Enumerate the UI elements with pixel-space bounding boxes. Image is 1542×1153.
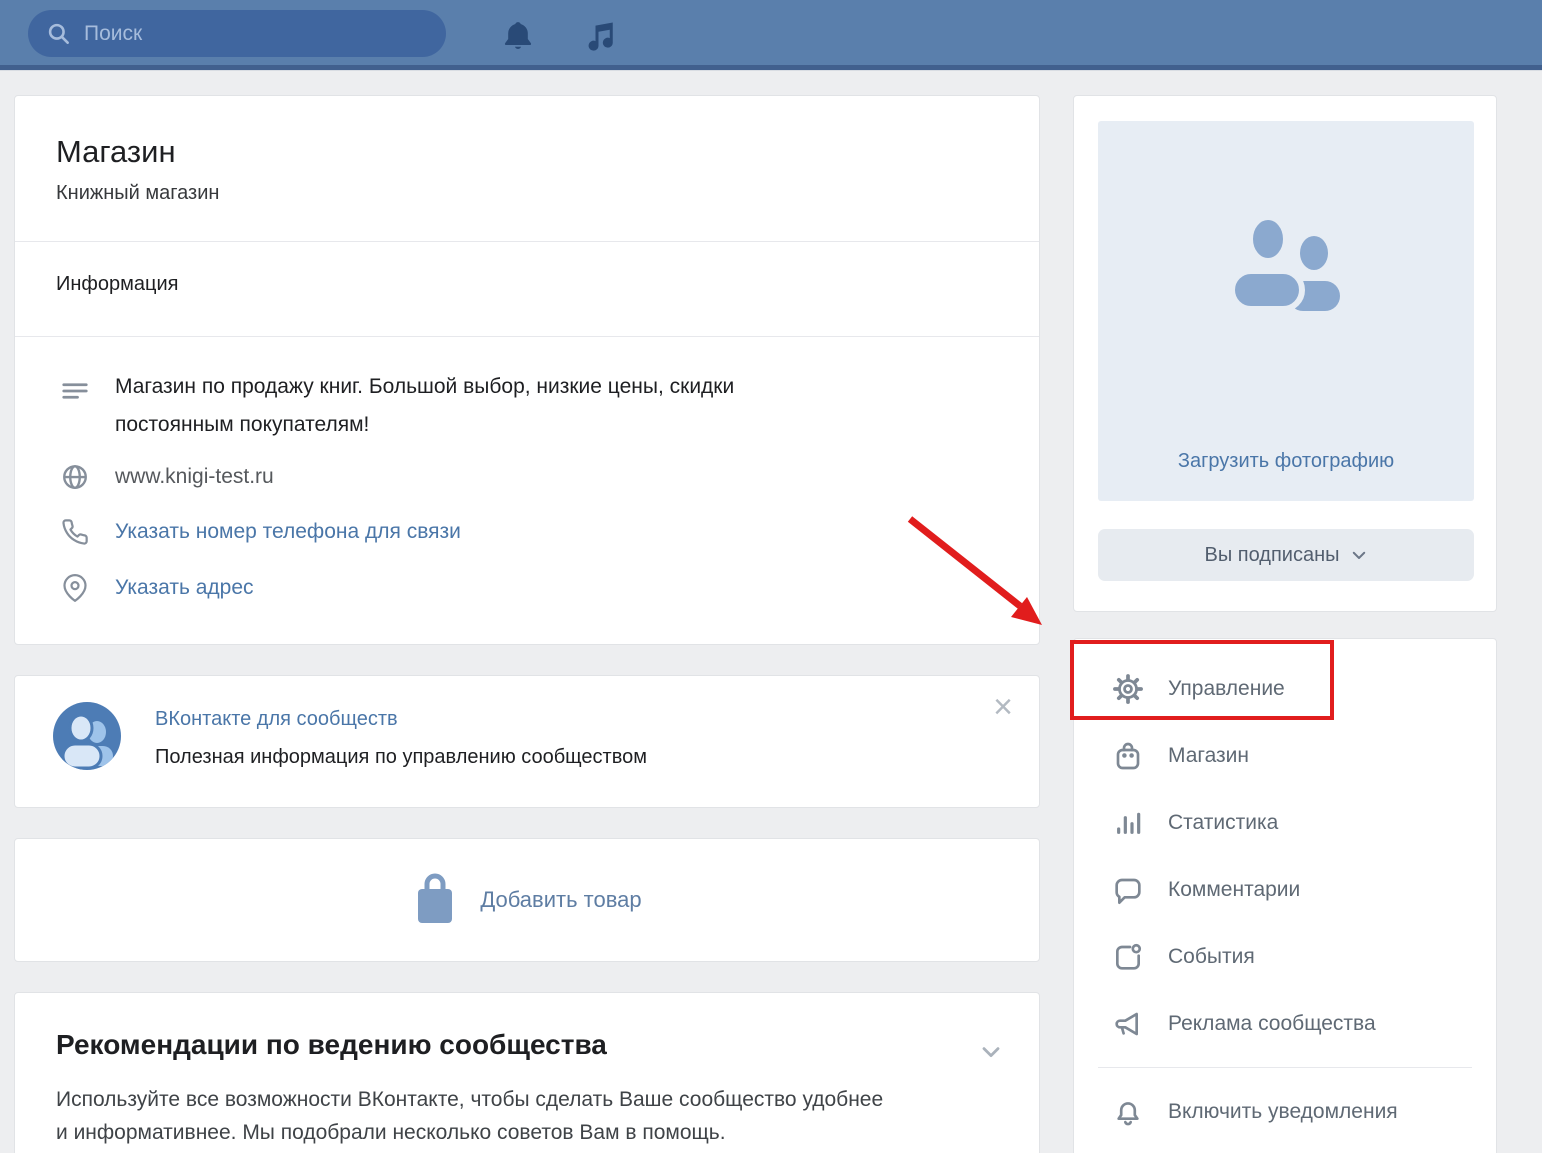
menu-item-statistics[interactable]: Статистика [1074,789,1496,856]
photo-placeholder[interactable]: Загрузить фотографию [1098,121,1474,501]
promo-title-link[interactable]: ВКонтакте для сообществ [155,708,398,731]
promo-subtitle: Полезная информация по управлению сообще… [155,746,647,769]
search-icon [46,21,72,47]
recommendations-body: Используйте все возможности ВКонтакте, ч… [56,1083,1016,1149]
menu-item-manage[interactable]: Управление [1074,655,1496,722]
community-info-card: Магазин Книжный магазин Информация Магаз… [14,95,1040,645]
location-pin-icon [59,574,91,602]
shopping-bag-filled-icon [412,873,458,927]
menu-label: Включить уведомления [1168,1100,1398,1124]
menu-item-community-ads[interactable]: Реклама сообщества [1074,990,1496,1057]
community-avatar-icon [53,702,121,770]
sidebar-menu-card: Управление Магазин [1073,638,1497,1153]
bell-outline-icon [1112,1096,1144,1128]
music-note-icon[interactable] [582,0,618,71]
menu-label: Магазин [1168,744,1249,768]
vk-community-page: Магазин Книжный магазин Информация Магаз… [0,0,1542,1153]
community-title: Магазин [56,134,176,170]
recommendations-title: Рекомендации по ведению сообщества [56,1029,607,1061]
menu-label: События [1168,945,1255,969]
bar-chart-icon [1112,807,1144,839]
chevron-down-icon[interactable] [977,1037,1005,1070]
menu-item-enable-notifications[interactable]: Включить уведомления [1074,1078,1496,1145]
add-product-card: Добавить товар [14,838,1040,962]
events-icon [1112,941,1144,973]
menu-label: Статистика [1168,811,1278,835]
upload-photo-link[interactable]: Загрузить фотографию [1098,450,1474,473]
globe-icon [59,462,91,492]
recommendations-card: Рекомендации по ведению сообщества Испол… [14,992,1040,1153]
gear-icon [1112,673,1144,705]
add-product-button[interactable]: Добавить товар [15,839,1039,961]
top-navigation-bar [0,0,1542,71]
divider [15,336,1039,337]
divider [15,241,1039,242]
community-description: Магазин по продажу книг. Большой выбор, … [115,368,734,444]
address-row: Указать адрес [59,574,254,602]
add-product-label: Добавить товар [480,887,641,913]
notifications-bell-icon[interactable] [499,0,537,71]
close-icon[interactable]: × [993,690,1013,724]
subscribed-button-label: Вы подписаны [1205,544,1340,567]
community-subtitle: Книжный магазин [56,182,219,205]
menu-item-shop[interactable]: Магазин [1074,722,1496,789]
two-persons-icon [1216,211,1356,331]
menu-label: Комментарии [1168,878,1300,902]
menu-item-events[interactable]: События [1074,923,1496,990]
search-input[interactable] [84,22,404,46]
shopping-bag-icon [1112,740,1144,772]
add-phone-link[interactable]: Указать номер телефона для связи [115,520,461,544]
description-row: Магазин по продажу книг. Большой выбор, … [59,368,734,444]
info-section-title: Информация [56,273,178,296]
phone-icon [59,518,91,546]
comment-icon [1112,874,1144,906]
subscribed-button[interactable]: Вы подписаны [1098,529,1474,581]
search-box[interactable] [28,10,446,57]
vk-communities-promo-card[interactable]: ВКонтакте для сообществ Полезная информа… [14,675,1040,808]
phone-row: Указать номер телефона для связи [59,518,461,546]
chevron-down-icon [1350,546,1368,564]
menu-label: Реклама сообщества [1168,1012,1376,1036]
community-website[interactable]: www.knigi-test.ru [115,465,274,489]
menu-item-comments[interactable]: Комментарии [1074,856,1496,923]
add-address-link[interactable]: Указать адрес [115,576,254,600]
menu-label: Управление [1168,677,1285,701]
text-lines-icon [59,376,91,406]
menu-divider [1098,1067,1472,1068]
megaphone-icon [1112,1008,1144,1040]
sidebar-photo-card: Загрузить фотографию Вы подписаны [1073,95,1497,612]
website-row: www.knigi-test.ru [59,462,274,492]
